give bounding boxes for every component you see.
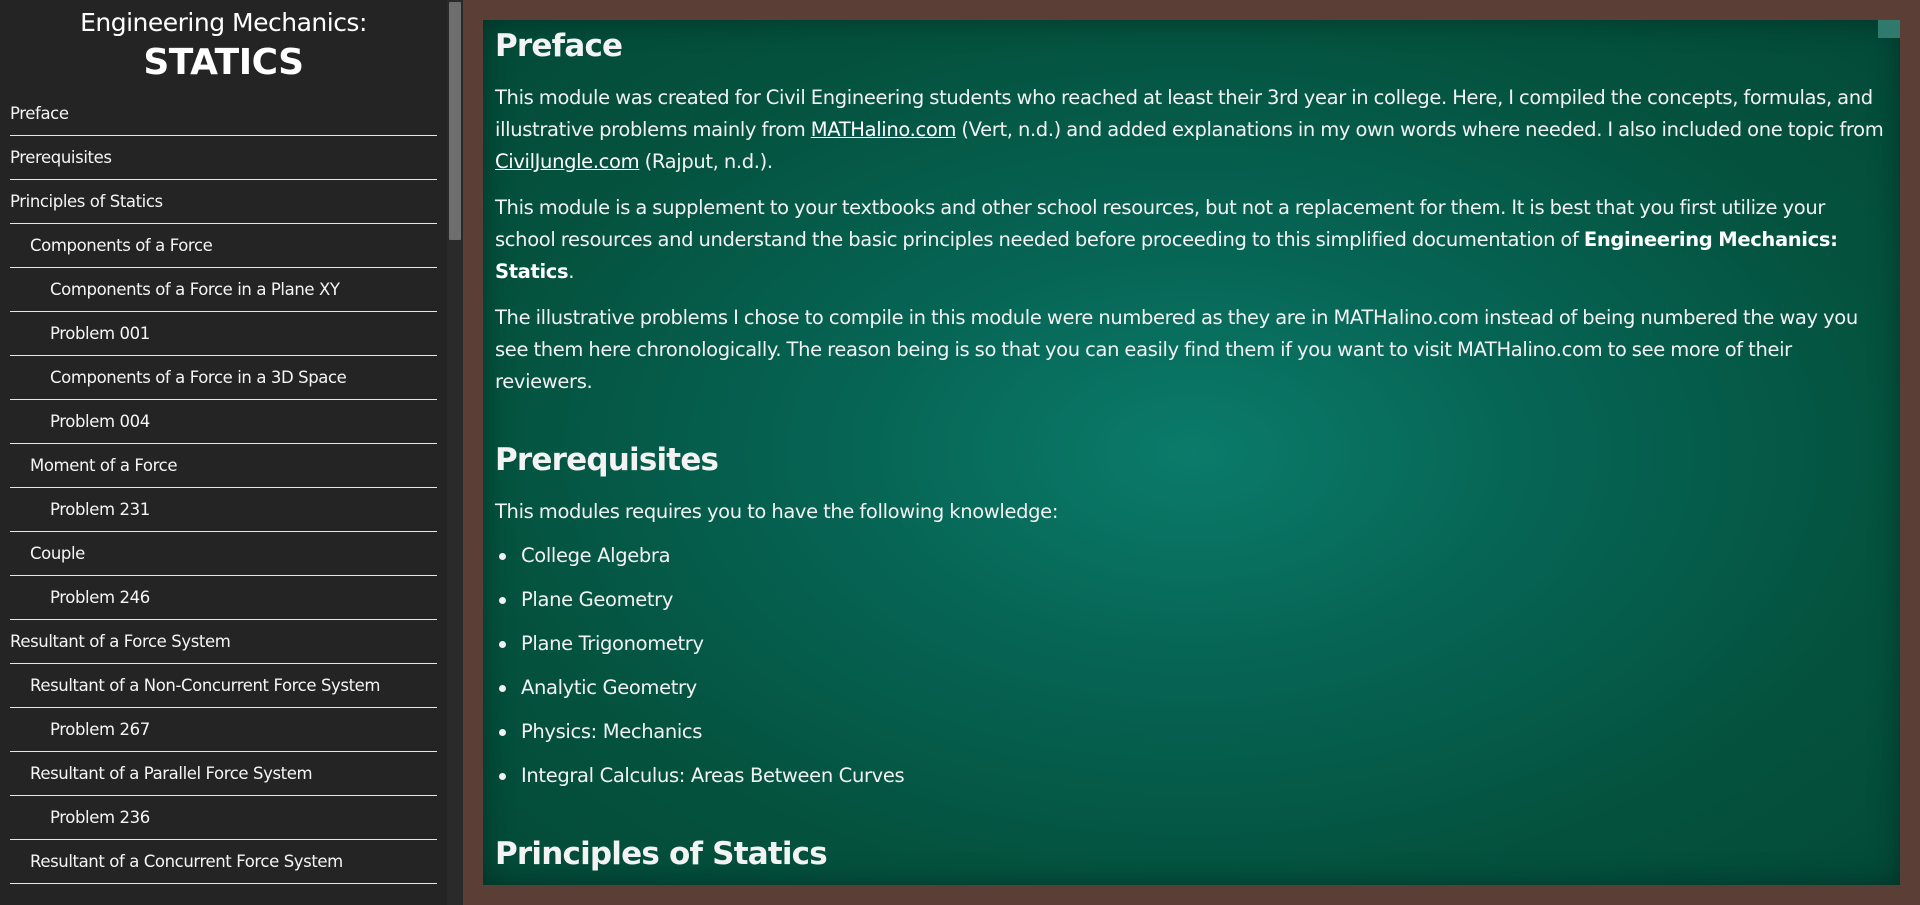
toc-item-components-of-a-force[interactable]: Components of a Force (10, 224, 437, 268)
toc-item-couple[interactable]: Couple (10, 532, 437, 576)
principles-title: Principles of Statics (495, 836, 828, 872)
preface-paragraph-3: The illustrative problems I chose to com… (495, 306, 1858, 393)
preface-paragraph-2: This module is a supplement to your text… (495, 192, 1888, 288)
table-of-contents: Preface Prerequisites Principles of Stat… (0, 92, 447, 884)
list-item: College Algebra (495, 534, 1888, 578)
toc-item-problem-001[interactable]: Problem 001 (10, 312, 437, 356)
toc-item-problem-246[interactable]: Problem 246 (10, 576, 437, 620)
toc-item-moment-of-a-force[interactable]: Moment of a Force (10, 444, 437, 488)
toc-item-resultant-parallel[interactable]: Resultant of a Parallel Force System (10, 752, 437, 796)
bullet-icon (499, 597, 506, 604)
chalkboard-frame: Preface This module was created for Civi… (463, 0, 1920, 905)
toc-item-problem-236[interactable]: Problem 236 (10, 796, 437, 840)
toc-item-components-plane-xy[interactable]: Components of a Force in a Plane XY (10, 268, 437, 312)
toc-item-problem-267[interactable]: Problem 267 (10, 708, 437, 752)
preface-paragraph-1: This module was created for Civil Engine… (495, 82, 1888, 178)
bullet-icon (499, 685, 506, 692)
sidebar-scrollbar[interactable] (447, 0, 463, 905)
prereq-label: Integral Calculus: Areas Between Curves (521, 764, 905, 787)
list-item: Analytic Geometry (495, 666, 1888, 710)
prerequisites-intro: This modules requires you to have the fo… (495, 500, 1059, 523)
preface-p1-text-c: (Rajput, n.d.). (639, 150, 773, 173)
section-preface: Preface This module was created for Civi… (495, 24, 1888, 398)
sidebar: Engineering Mechanics: STATICS Preface P… (0, 0, 447, 905)
toc-item-principles-of-statics[interactable]: Principles of Statics (10, 180, 437, 224)
chalkboard: Preface This module was created for Civi… (483, 20, 1900, 885)
toc-item-problem-231[interactable]: Problem 231 (10, 488, 437, 532)
toc-item-prerequisites[interactable]: Prerequisites (10, 136, 437, 180)
bullet-icon (499, 773, 506, 780)
preface-p1-text-b: (Vert, n.d.) and added explanations in m… (956, 118, 1884, 141)
bullet-icon (499, 729, 506, 736)
toc-item-resultant-non-concurrent[interactable]: Resultant of a Non-Concurrent Force Syst… (10, 664, 437, 708)
toc-item-components-3d-space[interactable]: Components of a Force in a 3D Space (10, 356, 437, 400)
mathalino-link[interactable]: MATHalino.com (811, 118, 957, 141)
prereq-label: Plane Trigonometry (521, 632, 704, 655)
section-principles: Principles of Statics (495, 832, 1888, 876)
prereq-label: Analytic Geometry (521, 676, 697, 699)
list-item: Plane Geometry (495, 578, 1888, 622)
list-item: Integral Calculus: Areas Between Curves (495, 754, 1888, 798)
prereq-label: Physics: Mechanics (521, 720, 703, 743)
sidebar-title-top: Engineering Mechanics: (80, 8, 367, 37)
preface-p2-text-b: . (568, 260, 575, 283)
section-prerequisites: Prerequisites This modules requires you … (495, 438, 1888, 798)
prereq-label: College Algebra (521, 544, 671, 567)
toc-item-resultant-concurrent[interactable]: Resultant of a Concurrent Force System (10, 840, 437, 884)
toc-item-preface[interactable]: Preface (10, 92, 437, 136)
toc-item-resultant-force-system[interactable]: Resultant of a Force System (10, 620, 437, 664)
bullet-icon (499, 641, 506, 648)
prerequisites-list: College Algebra Plane Geometry Plane Tri… (495, 534, 1888, 798)
list-item: Plane Trigonometry (495, 622, 1888, 666)
prereq-label: Plane Geometry (521, 588, 674, 611)
prerequisites-title: Prerequisites (495, 442, 719, 478)
board-corner-marker (1878, 20, 1900, 38)
civiljungle-link[interactable]: CivilJungle.com (495, 150, 640, 173)
toc-item-problem-004[interactable]: Problem 004 (10, 400, 437, 444)
preface-title: Preface (495, 28, 623, 64)
sidebar-title-main: STATICS (143, 42, 304, 83)
main-content: Preface This module was created for Civi… (483, 20, 1900, 876)
list-item: Physics: Mechanics (495, 710, 1888, 754)
bullet-icon (499, 553, 506, 560)
sidebar-scroll-thumb[interactable] (449, 2, 461, 240)
sidebar-header: Engineering Mechanics: STATICS (0, 0, 447, 84)
